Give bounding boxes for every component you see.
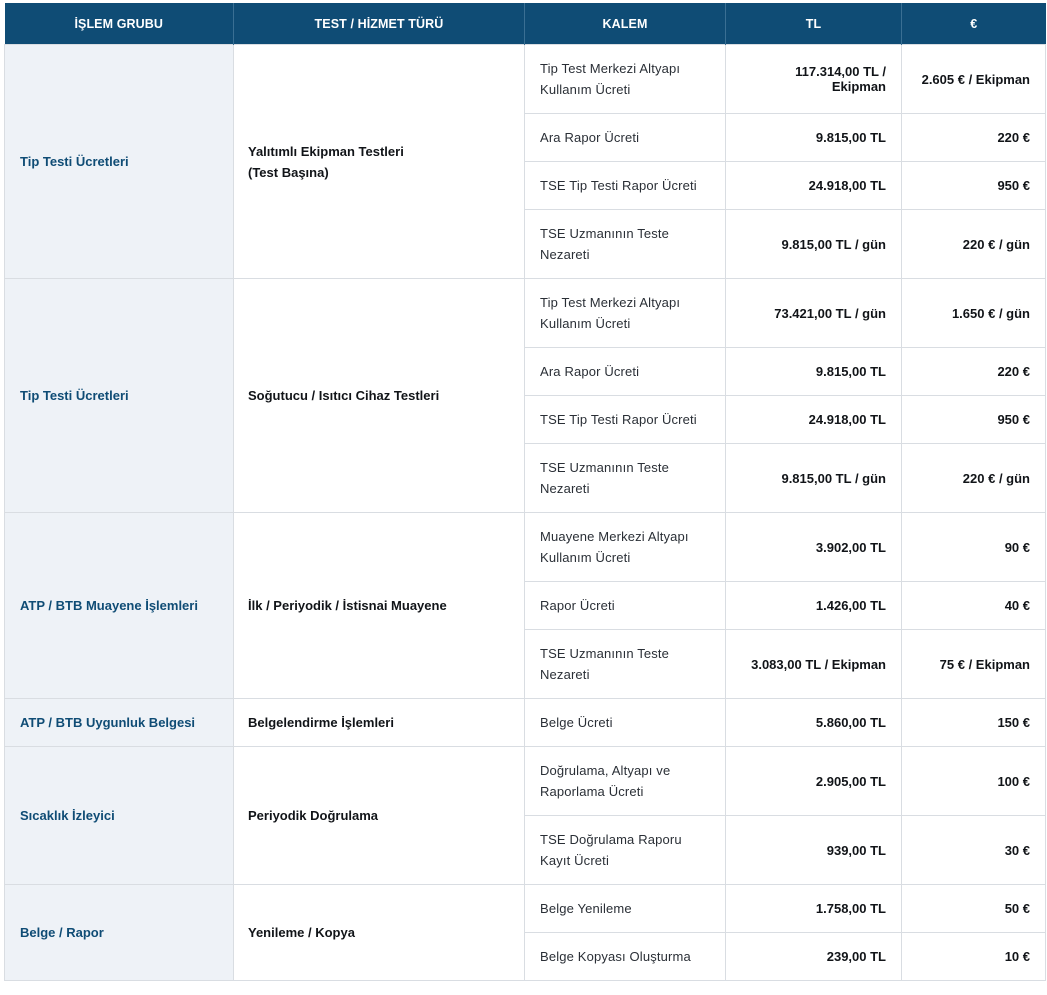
group-cell: Belge / Rapor — [4, 884, 234, 981]
eur-price-cell: 30 € — [901, 815, 1046, 885]
service-line: Yalıtımlı Ekipman Testleri — [248, 143, 404, 159]
tl-price-cell: 3.902,00 TL — [725, 512, 902, 582]
eur-price-cell: 150 € — [901, 698, 1046, 747]
group-cell: ATP / BTB Uygunluk Belgesi — [4, 698, 234, 747]
eur-price-cell: 90 € — [901, 512, 1046, 582]
eur-price-cell: 10 € — [901, 932, 1046, 981]
group-cell: Sıcaklık İzleyici — [4, 746, 234, 885]
group-cell: Tip Testi Ücretleri — [4, 44, 234, 279]
item-cell: TSE Uzmanının Teste Nezareti — [524, 443, 726, 513]
tl-price-cell: 117.314,00 TL / Ekipman — [725, 44, 902, 114]
fee-table: İŞLEM GRUBU TEST / HİZMET TÜRÜ KALEM TL … — [4, 3, 1046, 981]
item-cell: Belge Yenileme — [524, 884, 726, 933]
item-cell: TSE Tip Testi Rapor Ücreti — [524, 395, 726, 444]
item-cell: Ara Rapor Ücreti — [524, 113, 726, 162]
eur-price-cell: 950 € — [901, 395, 1046, 444]
item-cell: TSE Uzmanının Teste Nezareti — [524, 209, 726, 279]
item-cell: Belge Kopyası Oluşturma — [524, 932, 726, 981]
group-cell: Tip Testi Ücretleri — [4, 278, 234, 513]
header-service: TEST / HİZMET TÜRÜ — [233, 3, 525, 45]
item-cell: Muayene Merkezi Altyapı Kullanım Ücreti — [524, 512, 726, 582]
table-row: ATP / BTB Uygunluk Belgesi Belgelendirme… — [4, 698, 1046, 747]
tl-price-cell: 73.421,00 TL / gün — [725, 278, 902, 348]
tl-price-cell: 5.860,00 TL — [725, 698, 902, 747]
table-row: ATP / BTB Muayene İşlemleri İlk / Periyo… — [4, 512, 1046, 699]
fee-table-container: İŞLEM GRUBU TEST / HİZMET TÜRÜ KALEM TL … — [4, 3, 1046, 981]
eur-price-cell: 40 € — [901, 581, 1046, 630]
eur-price-cell: 220 € — [901, 347, 1046, 396]
eur-price-cell: 1.650 € / gün — [901, 278, 1046, 348]
group-cell: ATP / BTB Muayene İşlemleri — [4, 512, 234, 699]
header-item: KALEM — [524, 3, 726, 45]
tl-price-cell: 9.815,00 TL / gün — [725, 443, 902, 513]
service-cell: Belgelendirme İşlemleri — [233, 698, 525, 747]
tl-price-cell: 239,00 TL — [725, 932, 902, 981]
tl-price-cell: 939,00 TL — [725, 815, 902, 885]
tl-price-cell: 24.918,00 TL — [725, 161, 902, 210]
item-cell: TSE Uzmanının Teste Nezareti — [524, 629, 726, 699]
header-tl: TL — [725, 3, 902, 45]
item-cell: TSE Doğrulama Raporu Kayıt Ücreti — [524, 815, 726, 885]
eur-price-cell: 950 € — [901, 161, 1046, 210]
service-cell: Yenileme / Kopya — [233, 884, 525, 981]
item-cell: Rapor Ücreti — [524, 581, 726, 630]
item-cell: Doğrulama, Altyapı ve Raporlama Ücreti — [524, 746, 726, 816]
table-row: Tip Testi Ücretleri Yalıtımlı Ekipman Te… — [4, 44, 1046, 279]
item-cell: Belge Ücreti — [524, 698, 726, 747]
tl-price-cell: 9.815,00 TL / gün — [725, 209, 902, 279]
tl-price-cell: 3.083,00 TL / Ekipman — [725, 629, 902, 699]
eur-price-cell: 75 € / Ekipman — [901, 629, 1046, 699]
service-cell: İlk / Periyodik / İstisnai Muayene — [233, 512, 525, 699]
header-group: İŞLEM GRUBU — [4, 3, 234, 45]
eur-price-cell: 220 € / gün — [901, 443, 1046, 513]
tl-price-cell: 9.815,00 TL — [725, 347, 902, 396]
tl-price-cell: 9.815,00 TL — [725, 113, 902, 162]
table-row: Tip Testi Ücretleri Soğutucu / Isıtıcı C… — [4, 278, 1046, 513]
item-cell: TSE Tip Testi Rapor Ücreti — [524, 161, 726, 210]
item-cell: Tip Test Merkezi Altyapı Kullanım Ücreti — [524, 44, 726, 114]
eur-price-cell: 100 € — [901, 746, 1046, 816]
service-line: (Test Başına) — [248, 164, 329, 180]
eur-price-cell: 220 € / gün — [901, 209, 1046, 279]
tl-price-cell: 1.758,00 TL — [725, 884, 902, 933]
service-cell: Yalıtımlı Ekipman Testleri (Test Başına) — [233, 44, 525, 279]
item-cell: Ara Rapor Ücreti — [524, 347, 726, 396]
eur-price-cell: 2.605 € / Ekipman — [901, 44, 1046, 114]
table-header-row: İŞLEM GRUBU TEST / HİZMET TÜRÜ KALEM TL … — [4, 3, 1046, 45]
item-cell: Tip Test Merkezi Altyapı Kullanım Ücreti — [524, 278, 726, 348]
tl-price-cell: 2.905,00 TL — [725, 746, 902, 816]
tl-price-cell: 24.918,00 TL — [725, 395, 902, 444]
tl-price-cell: 1.426,00 TL — [725, 581, 902, 630]
table-row: Sıcaklık İzleyici Periyodik Doğrulama Do… — [4, 746, 1046, 885]
service-cell: Soğutucu / Isıtıcı Cihaz Testleri — [233, 278, 525, 513]
service-cell: Periyodik Doğrulama — [233, 746, 525, 885]
table-row: Belge / Rapor Yenileme / Kopya Belge Yen… — [4, 884, 1046, 981]
header-eur: € — [901, 3, 1046, 45]
eur-price-cell: 50 € — [901, 884, 1046, 933]
eur-price-cell: 220 € — [901, 113, 1046, 162]
